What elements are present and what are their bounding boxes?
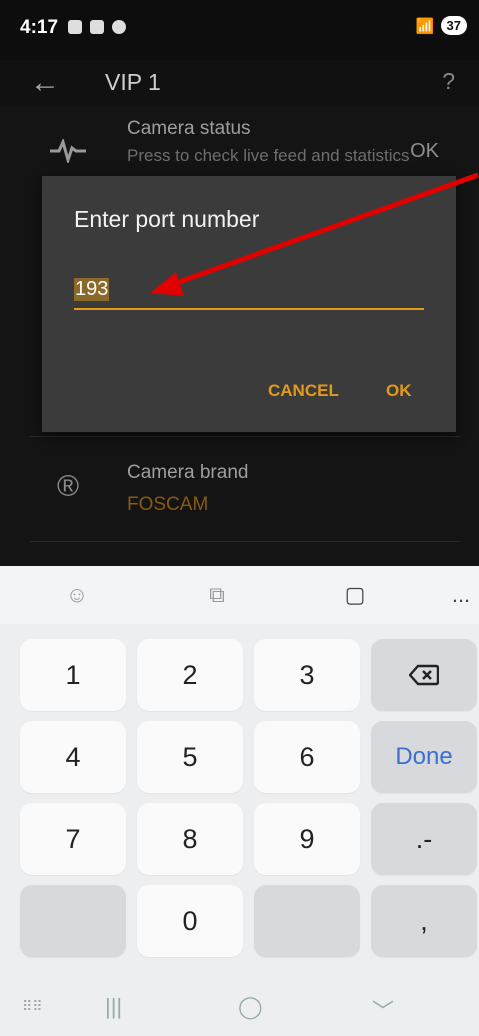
key-4[interactable]: 4 [20,721,126,793]
message-icon [68,20,82,34]
gallery-icon [90,20,104,34]
ok-button[interactable]: OK [386,381,412,401]
blank-key-left [20,885,126,957]
key-2[interactable]: 2 [137,639,243,711]
port-input[interactable]: 193 [74,276,424,310]
port-input-value[interactable]: 193 [74,278,110,301]
cancel-button[interactable]: CANCEL [268,381,339,401]
key-6[interactable]: 6 [254,721,360,793]
help-icon[interactable]: ? [442,68,455,95]
clipboard-icon[interactable]: ▢ [340,580,370,610]
divider [30,541,460,542]
key-0[interactable]: 0 [137,885,243,957]
home-icon[interactable]: ◯ [238,994,263,1020]
backspace-key[interactable] [371,639,477,711]
sync-icon [112,20,126,34]
emoji-icon[interactable]: ☺ [62,580,92,610]
page-title: VIP 1 [105,69,161,95]
camera-status-title: Camera status [127,118,251,139]
divider [30,436,460,437]
system-icons: 📶 37 [416,16,467,35]
keyboard-toolbar: ☺ ⧉ ▢ ... [0,566,479,624]
pulse-icon [48,134,88,174]
key-9[interactable]: 9 [254,803,360,875]
backspace-icon [409,664,439,686]
keyboard-switch-icon[interactable]: ⠿⠿ [22,998,43,1015]
done-key[interactable]: Done [371,721,477,793]
camera-brand-value: FOSCAM [127,494,209,515]
camera-brand-row[interactable]: ® Camera brand FOSCAM [0,456,479,526]
status-time: 4:17 [20,17,59,38]
comma-key[interactable]: , [371,885,477,957]
app-bar: ← VIP 1 ? [0,60,479,106]
recents-icon[interactable]: ||| [105,994,122,1020]
key-5[interactable]: 5 [137,721,243,793]
camera-status-subtitle: Press to check live feed and statistics [127,146,410,165]
port-number-dialog: Enter port number 193 CANCEL OK [42,176,456,432]
back-arrow-icon[interactable]: ← [30,66,60,100]
numeric-keyboard: ☺ ⧉ ▢ ... 1 2 3 4 5 6 Done 7 8 9 .- 0 , … [0,566,479,1036]
key-8[interactable]: 8 [137,803,243,875]
battery-icon: 37 [440,16,467,35]
key-3[interactable]: 3 [254,639,360,711]
key-7[interactable]: 7 [20,803,126,875]
navigation-bar: ⠿⠿ ||| ◯ ﹀ [0,984,479,1036]
more-options-icon[interactable]: ... [446,580,476,610]
camera-brand-title: Camera brand [127,462,249,483]
hide-keyboard-icon[interactable]: ﹀ [372,994,394,1026]
dialog-title: Enter port number [74,206,260,232]
camera-status-value: OK [410,140,439,162]
notification-icons [68,20,126,34]
blank-key-right [254,885,360,957]
status-bar: 4:17 📶 37 [0,0,479,60]
translate-icon[interactable]: ⧉ [202,580,232,610]
registered-icon: ® [56,470,80,503]
wifi-icon: 📶 [415,17,435,35]
dot-dash-key[interactable]: .- [371,803,477,875]
key-1[interactable]: 1 [20,639,126,711]
